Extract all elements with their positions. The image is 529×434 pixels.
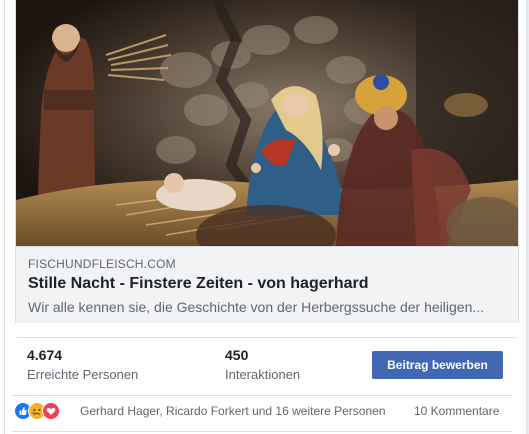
link-description: Wir alle kennen sie, die Geschichte von … — [28, 299, 485, 315]
link-title[interactable]: Stille Nacht - Finstere Zeiten - von hag… — [28, 275, 369, 293]
nativity-scene-photo[interactable] — [16, 0, 518, 246]
link-domain: FISCHUNDFLEISCH.COM — [28, 257, 176, 271]
link-meta: FISCHUNDFLEISCH.COM Stille Nacht - Finst… — [16, 246, 518, 323]
reach-count: 4.674 — [27, 347, 63, 363]
love-icon — [42, 402, 60, 420]
engagement-label: Interaktionen — [225, 367, 301, 382]
divider — [12, 431, 512, 432]
reaction-icons[interactable] — [14, 402, 64, 420]
reactors-text[interactable]: Gerhard Hager, Ricardo Forkert und 16 we… — [80, 404, 386, 418]
engagement-count: 450 — [225, 347, 249, 363]
boost-post-button[interactable]: Beitrag bewerben — [372, 351, 503, 379]
reach-label: Erreichte Personen — [27, 367, 139, 382]
comments-count[interactable]: 10 Kommentare — [414, 404, 499, 418]
link-preview[interactable]: FISCHUNDFLEISCH.COM Stille Nacht - Finst… — [15, 0, 519, 323]
